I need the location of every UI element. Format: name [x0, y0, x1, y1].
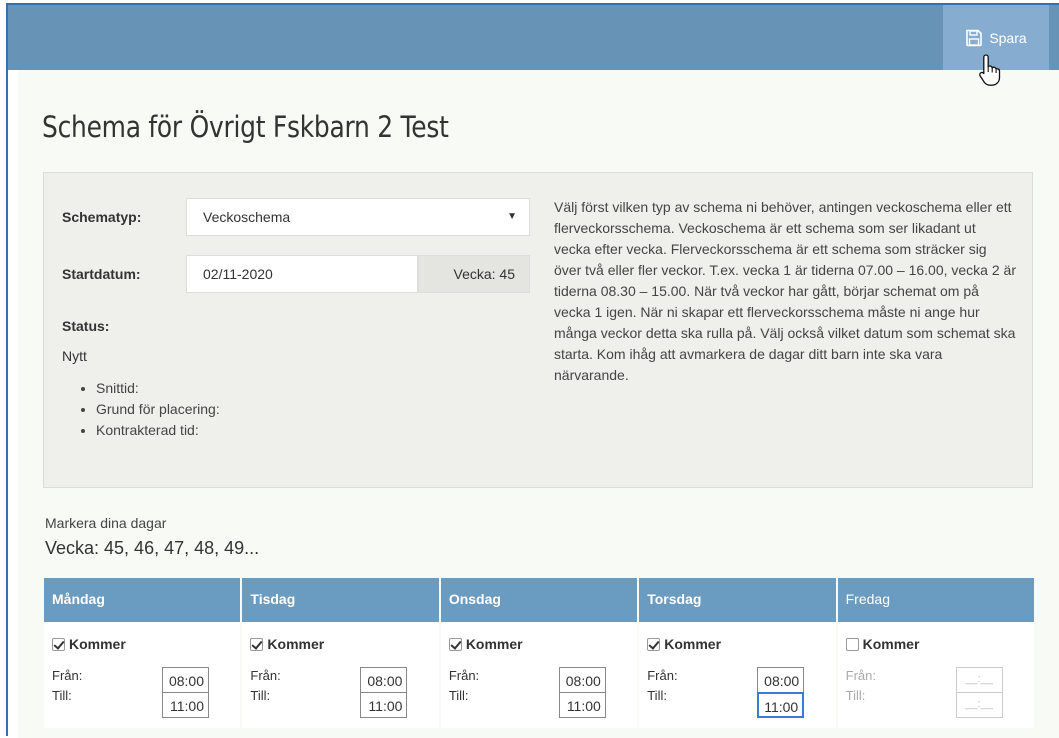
- save-button-label: Spara: [989, 29, 1027, 46]
- from-label: Från:: [448, 668, 480, 683]
- page-title: Schema för Övrigt Fskbarn 2 Test: [42, 110, 449, 144]
- weekday-schedule: Måndag Kommer Från: Till: 08:00 11:00 Ti…: [44, 578, 1035, 728]
- top-toolbar: Spara: [8, 5, 1059, 70]
- day-body: Kommer Från: Till: 08:00 11:00: [242, 622, 438, 728]
- week-number-text: Vecka: 45: [453, 266, 516, 282]
- day-column-torsdag: Torsdag Kommer Från: Till: 08:00 11:00: [639, 578, 836, 728]
- startdatum-value: 02/11-2020: [203, 266, 273, 282]
- day-body: Kommer Från: Till: 08:00 11:00: [441, 622, 637, 728]
- to-time-input[interactable]: __:__: [955, 692, 1003, 718]
- list-item: Snittid:: [96, 378, 220, 399]
- from-label: Från:: [250, 668, 281, 683]
- main-content: Schema för Övrigt Fskbarn 2 Test Schemat…: [18, 70, 1059, 738]
- kommer-label: Kommer: [465, 636, 523, 652]
- kommer-checkbox-row[interactable]: Kommer: [845, 636, 920, 652]
- day-body: Kommer Från: Till: __:__ __:__: [838, 622, 1034, 728]
- day-header: Onsdag: [440, 578, 638, 622]
- to-label: Till:: [845, 688, 866, 703]
- kommer-label: Kommer: [862, 636, 920, 652]
- list-item: Kontrakterad tid:: [96, 420, 220, 441]
- day-column-onsdag: Onsdag Kommer Från: Till: 08:00 11:00: [440, 578, 638, 728]
- caret-down-icon: ▼: [507, 211, 517, 222]
- startdatum-label: Startdatum:: [62, 266, 141, 282]
- schematyp-label: Schematyp:: [62, 209, 142, 225]
- schematyp-select[interactable]: Veckoschema ▼: [186, 198, 530, 236]
- from-label: Från:: [52, 668, 83, 683]
- to-label: Till:: [52, 688, 72, 703]
- day-body: Kommer Från: Till: 08:00 11:00: [44, 622, 240, 728]
- schedule-settings-panel: Schematyp: Veckoschema ▼ Startdatum: 02/…: [43, 172, 1033, 488]
- from-time-input[interactable]: 08:00: [757, 667, 805, 693]
- to-time-input[interactable]: 11:00: [757, 692, 805, 718]
- day-column-tisdag: Tisdag Kommer Från: Till: 08:00 11:00: [242, 578, 439, 728]
- day-header: Tisdag: [242, 578, 439, 622]
- list-item: Grund för placering:: [96, 399, 220, 420]
- from-time-input[interactable]: __:__: [955, 667, 1003, 693]
- week-number-addon: Vecka: 45: [418, 255, 530, 293]
- from-time-input[interactable]: 08:00: [558, 667, 606, 693]
- help-text: Välj först vilken typ av schema ni behöv…: [554, 199, 1016, 383]
- mark-days-label: Markera dina dagar: [45, 515, 167, 531]
- kommer-checkbox-row[interactable]: Kommer: [52, 636, 126, 652]
- to-time-input[interactable]: 11:00: [162, 692, 209, 718]
- from-label: Från:: [845, 668, 876, 683]
- hand-pointer-icon: [979, 54, 1001, 86]
- startdatum-input[interactable]: 02/11-2020: [186, 255, 418, 293]
- status-value: Nytt: [62, 348, 87, 364]
- checkbox[interactable]: [448, 637, 462, 651]
- kommer-checkbox-row[interactable]: Kommer: [647, 636, 721, 652]
- from-time-input[interactable]: 08:00: [162, 667, 209, 693]
- day-column-fredag: Fredag Kommer Från: Till: __:__ __:__: [837, 578, 1035, 728]
- day-column-mandag: Måndag Kommer Från: Till: 08:00 11:00: [44, 578, 241, 728]
- app-frame: Spara Schema för Övrigt Fskbarn 2 Test S…: [6, 3, 1059, 738]
- weeks-list: Vecka: 45, 46, 47, 48, 49...: [45, 538, 260, 558]
- day-header: Torsdag: [639, 578, 836, 622]
- to-time-input[interactable]: 11:00: [558, 692, 606, 718]
- from-time-input[interactable]: 08:00: [360, 667, 408, 693]
- floppy-disk-icon: [966, 29, 983, 46]
- status-label: Status:: [62, 318, 110, 334]
- from-label: Från:: [647, 668, 678, 683]
- checkbox[interactable]: [647, 637, 661, 651]
- schematyp-value: Veckoschema: [203, 209, 291, 225]
- checkbox[interactable]: [52, 637, 65, 651]
- to-time-input[interactable]: 11:00: [360, 692, 408, 718]
- day-header: Måndag: [44, 578, 241, 622]
- kommer-checkbox-row[interactable]: Kommer: [448, 636, 523, 652]
- day-body: Kommer Från: Till: 08:00 11:00: [639, 622, 835, 728]
- checkbox[interactable]: [250, 637, 264, 651]
- day-header: Fredag: [837, 578, 1035, 622]
- kommer-label: Kommer: [69, 636, 126, 652]
- checkbox[interactable]: [845, 637, 859, 651]
- kommer-checkbox-row[interactable]: Kommer: [250, 636, 324, 652]
- to-label: Till:: [448, 688, 469, 703]
- to-label: Till:: [647, 688, 667, 703]
- placement-info-list: Snittid: Grund för placering: Kontrakter…: [80, 378, 220, 441]
- kommer-label: Kommer: [267, 636, 325, 652]
- kommer-label: Kommer: [664, 636, 722, 652]
- to-label: Till:: [250, 688, 271, 703]
